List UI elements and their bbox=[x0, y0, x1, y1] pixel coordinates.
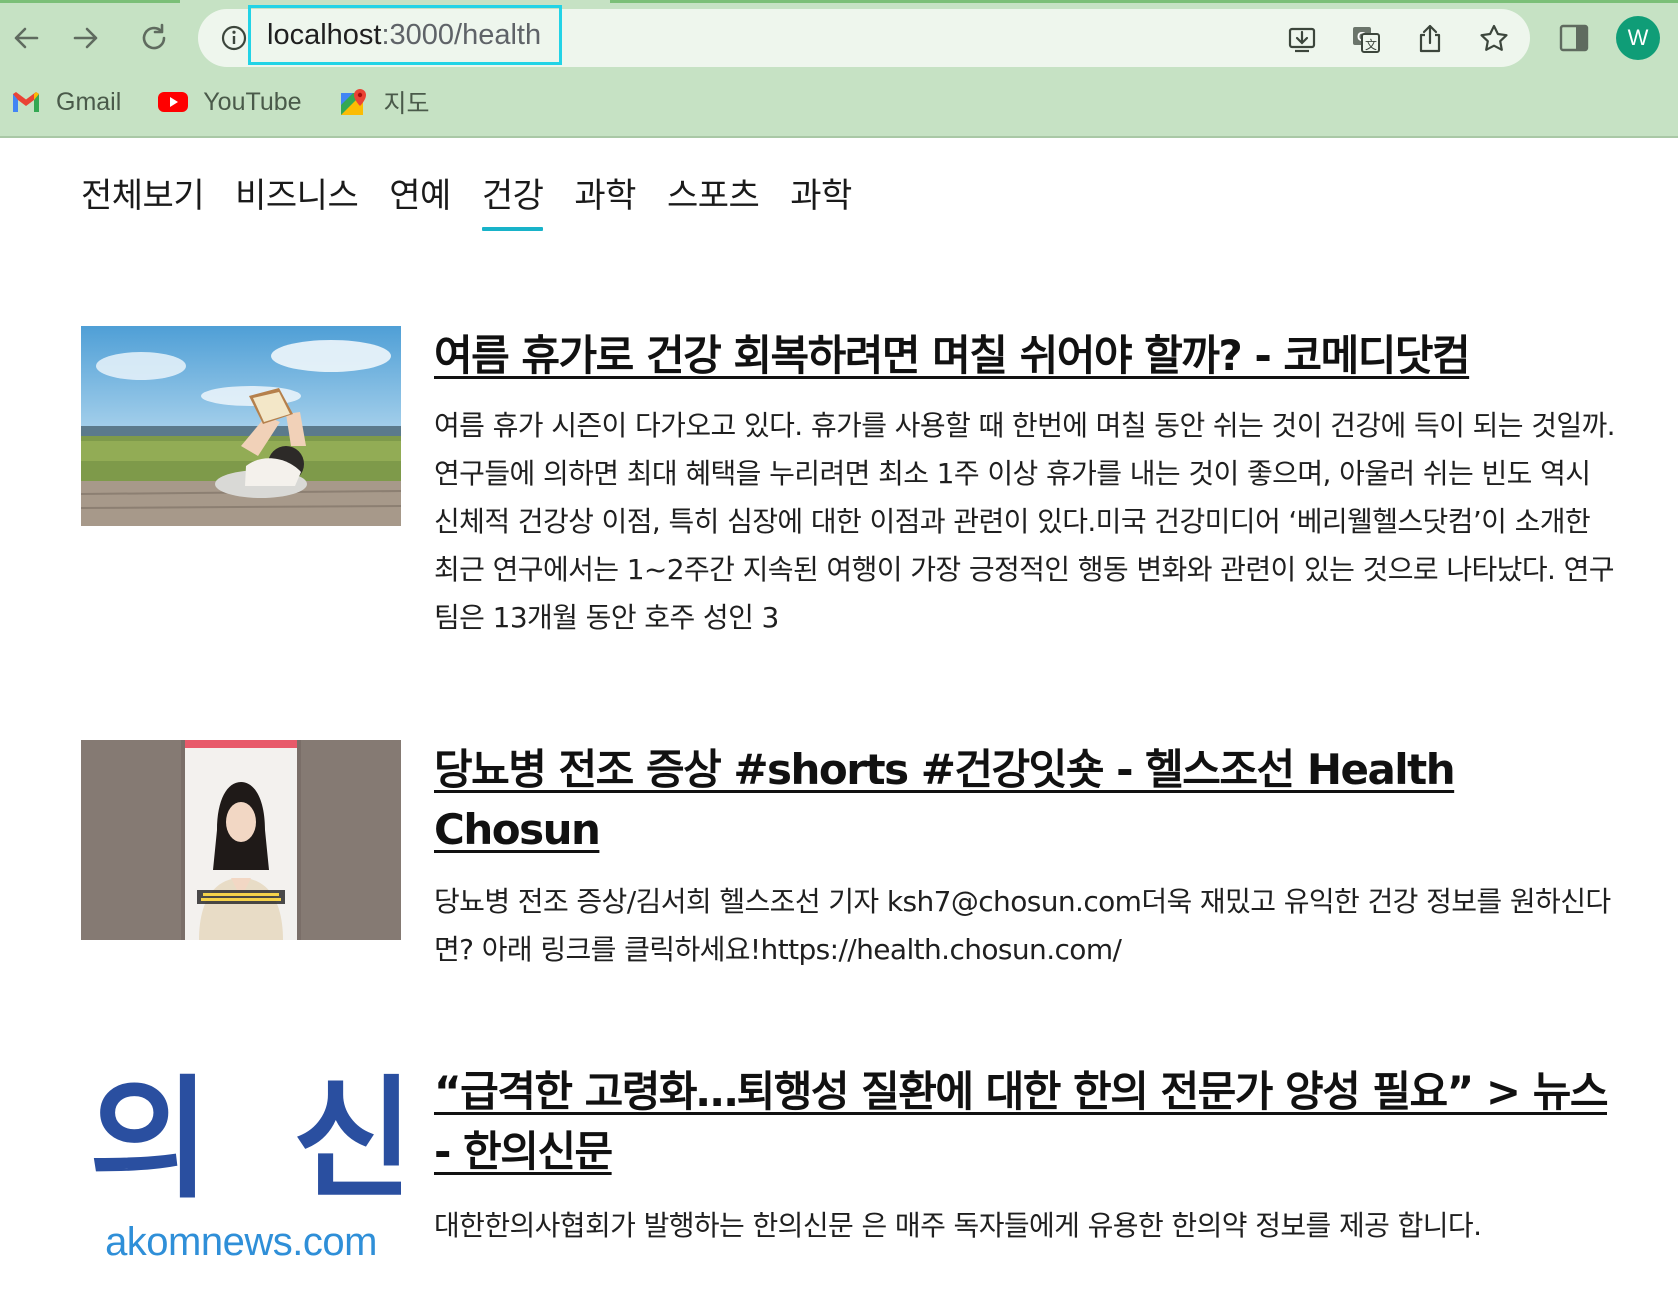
bookmarks-bar: Gmail YouTube 지도 bbox=[10, 84, 466, 120]
browser-toolbar: localhost:3000/health G文 W Gmail YouTube bbox=[0, 0, 1678, 138]
bookmark-maps[interactable]: 지도 bbox=[338, 84, 430, 120]
akomnews-logo[interactable]: 의 신 akomnews.com bbox=[81, 1060, 401, 1270]
tab-entertainment[interactable]: 연예 bbox=[389, 168, 451, 231]
article-thumbnail[interactable] bbox=[81, 740, 401, 940]
back-button[interactable] bbox=[6, 18, 46, 58]
url-path: :3000/health bbox=[381, 18, 542, 51]
back-arrow-icon bbox=[14, 27, 39, 49]
url-host: localhost bbox=[267, 18, 382, 51]
share-icon bbox=[1419, 24, 1441, 53]
translate-button[interactable]: G文 bbox=[1350, 23, 1382, 55]
tab-sports[interactable]: 스포츠 bbox=[667, 168, 760, 231]
side-panel-icon[interactable] bbox=[1558, 22, 1590, 54]
youtube-icon bbox=[157, 88, 189, 116]
share-button[interactable] bbox=[1414, 23, 1446, 55]
svg-text:文: 文 bbox=[1365, 37, 1377, 52]
logo-mark: 의 신 bbox=[89, 1063, 401, 1217]
bookmark-youtube[interactable]: YouTube bbox=[157, 87, 302, 117]
tab-business[interactable]: 비즈니스 bbox=[235, 168, 359, 231]
maps-icon bbox=[338, 88, 370, 116]
install-app-button[interactable] bbox=[1286, 23, 1318, 55]
reload-button[interactable] bbox=[134, 18, 174, 58]
tab-all[interactable]: 전체보기 bbox=[81, 168, 205, 231]
bookmark-label: YouTube bbox=[203, 87, 302, 116]
article-title-link[interactable]: 여름 휴가로 건강 회복하려면 며칠 쉬어야 할까? - 코메디닷컴 bbox=[434, 326, 1614, 386]
tab-science[interactable]: 과학 bbox=[574, 168, 636, 231]
forward-arrow-icon bbox=[73, 27, 98, 49]
logo-domain: akomnews.com bbox=[105, 1220, 377, 1264]
article-title-link[interactable]: “급격한 고령화…퇴행성 질환에 대한 한의 전문가 양성 필요” > 뉴스 -… bbox=[434, 1062, 1614, 1182]
site-info-icon[interactable] bbox=[220, 24, 248, 52]
reload-icon bbox=[142, 23, 166, 50]
translate-icon: G文 bbox=[1353, 27, 1380, 53]
tab-strip-edge bbox=[0, 0, 1678, 3]
tab-health[interactable]: 건강 bbox=[481, 168, 544, 231]
bookmark-gmail[interactable]: Gmail bbox=[10, 88, 121, 117]
install-icon bbox=[1288, 27, 1316, 53]
article-description: 당뇨병 전조 증상/김서희 헬스조선 기자 ksh7@chosun.com더욱 … bbox=[434, 885, 1611, 966]
gmail-icon bbox=[10, 88, 42, 116]
profile-avatar[interactable]: W bbox=[1616, 16, 1660, 60]
bookmark-label: 지도 bbox=[383, 90, 430, 118]
article-description: 대한한의사협회가 발행하는 한의신문 은 매주 독자들에게 유용한 한의약 정보… bbox=[434, 1209, 1482, 1242]
article-title-link[interactable]: 당뇨병 전조 증상 #shorts #건강잇숏 - 헬스조선 Health Ch… bbox=[434, 740, 1614, 860]
bookmark-label: Gmail bbox=[56, 87, 122, 116]
article-description: 여름 휴가 시즌이 다가오고 있다. 휴가를 사용할 때 한번에 며칠 동안 쉬… bbox=[434, 409, 1616, 634]
article-card: 당뇨병 전조 증상 #shorts #건강잇숏 - 헬스조선 Health Ch… bbox=[81, 740, 1621, 980]
article-thumbnail[interactable] bbox=[81, 326, 401, 526]
article-card: 여름 휴가로 건강 회복하려면 며칠 쉬어야 할까? - 코메디닷컴 여름 휴가… bbox=[81, 326, 1621, 646]
star-icon bbox=[1480, 24, 1508, 51]
bookmark-star-button[interactable] bbox=[1478, 23, 1510, 55]
tab-science-2[interactable]: 과학 bbox=[790, 168, 852, 231]
category-nav: 전체보기 비즈니스 연예 건강 과학 스포츠 과학 bbox=[81, 168, 883, 231]
article-card: 의 신 akomnews.com “급격한 고령화…퇴행성 질환에 대한 한의 … bbox=[81, 1062, 1621, 1282]
address-bar[interactable]: localhost:3000/health G文 bbox=[198, 5, 1530, 67]
url-text[interactable]: localhost:3000/health bbox=[248, 5, 563, 65]
forward-button[interactable] bbox=[66, 18, 106, 58]
